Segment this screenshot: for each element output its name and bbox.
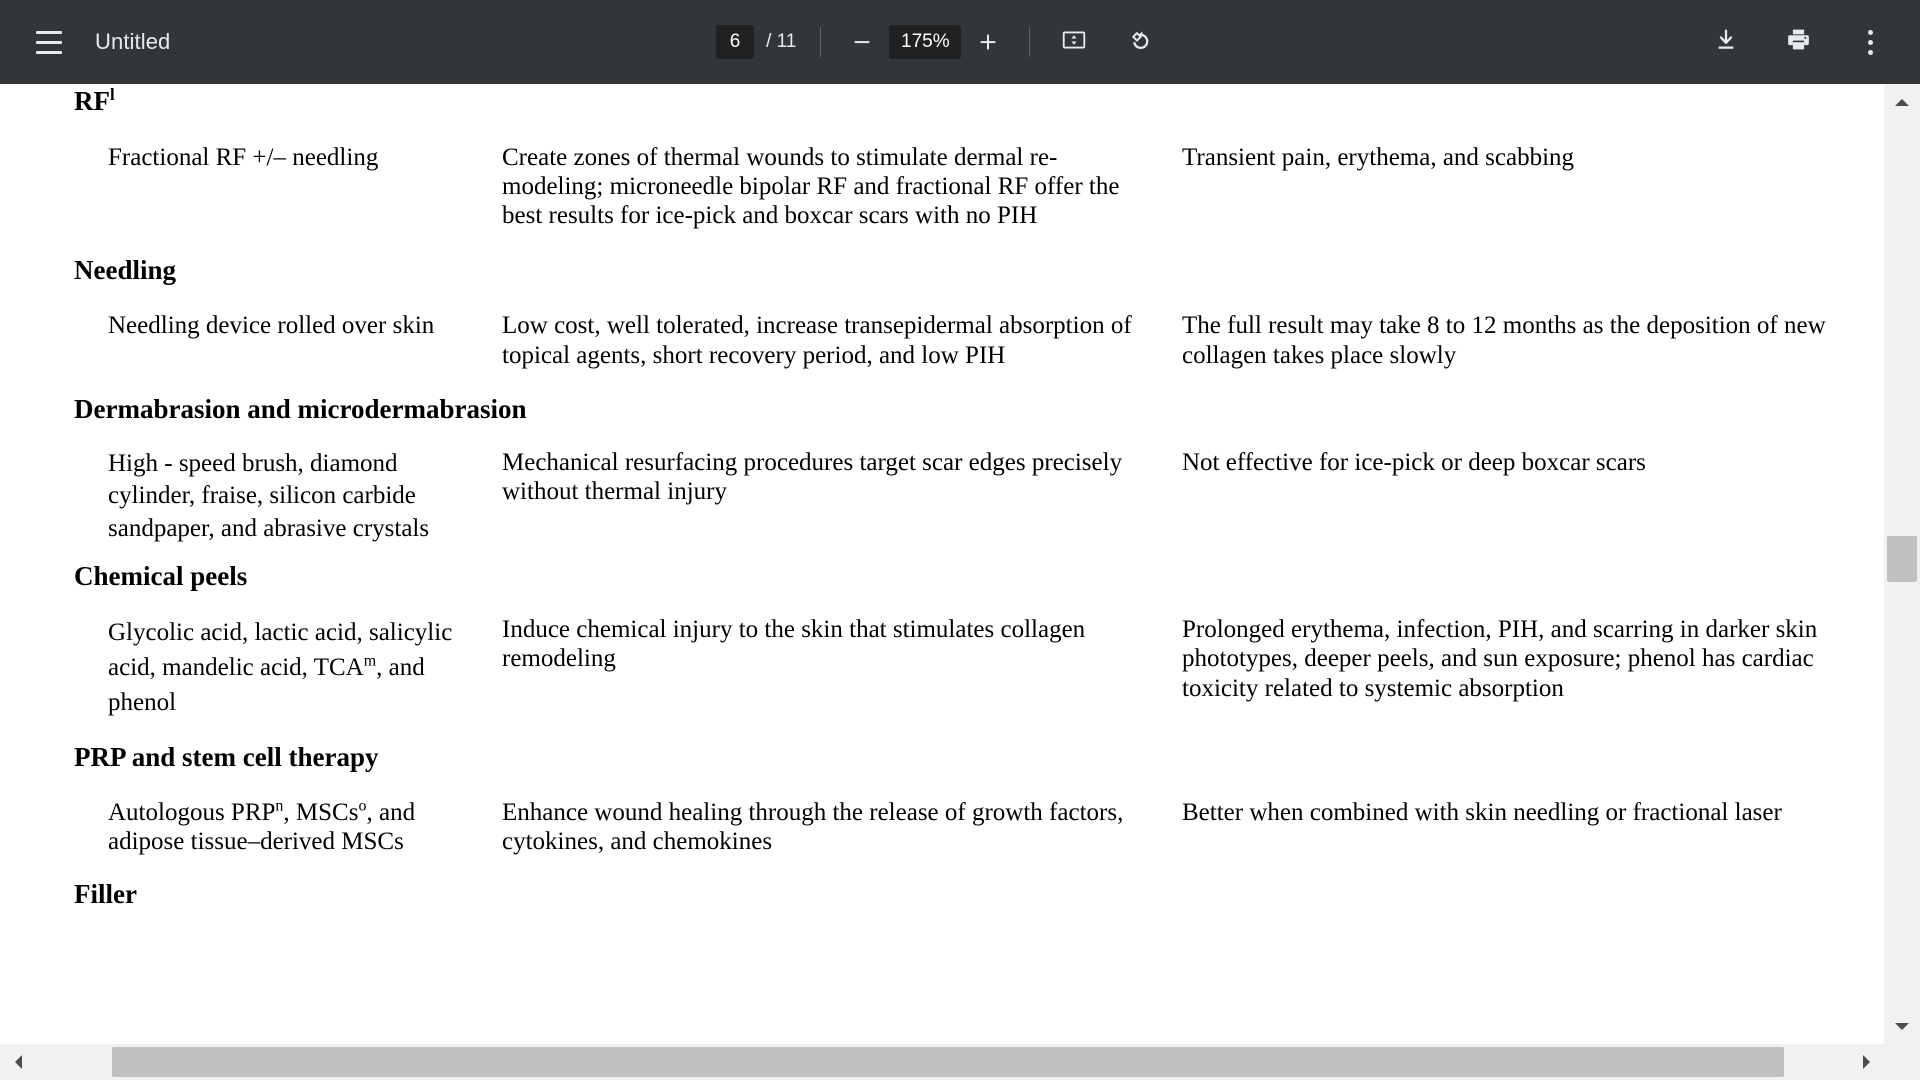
treatment-cell: Fractional RF +/– needling [108,143,379,171]
mechanism-cell: Induce chemical injury to the skin that … [502,616,1086,673]
adverse-cell: Better when combined with skin needling … [1182,799,1782,827]
treatment-cell: Glycolic acid, lactic acid, salicylic ac… [108,619,453,717]
minus-icon [851,31,873,53]
treatment-cell: Autologous PRPn, MSCso, and adipose tiss… [108,797,416,856]
kebab-dot [1867,49,1873,55]
horizontal-scrollbar-thumb[interactable] [112,1047,1784,1077]
table-row: Needling device rolled over skin Low cos… [0,311,1884,370]
hamburger-menu-icon[interactable] [28,21,70,63]
treatment-cell: Needling device rolled over skin [108,312,435,340]
rotate-counterclockwise-icon [1126,26,1154,59]
section-heading: PRP and stem cell therapy [74,742,379,773]
toolbar-divider [820,27,822,57]
more-options-icon [1867,29,1873,55]
adverse-cell: Not effective for ice-pick or deep boxca… [1182,448,1646,476]
kebab-dot [1867,39,1873,45]
table-row: Fractional RF +/– needling Create zones … [0,143,1884,231]
heading-superscript: l [110,85,115,104]
vertical-scrollbar[interactable] [1884,84,1920,1044]
section-prp-stem-cell: PRP and stem cell therapy Autologous PRP… [0,742,1884,856]
section-heading: RFl [74,85,115,116]
plus-icon [977,31,999,53]
scroll-up-arrow-icon[interactable] [1884,84,1920,120]
adverse-cell: Prolonged erythema, infection, PIH, and … [1182,616,1818,702]
scroll-right-arrow-icon[interactable] [1848,1044,1884,1080]
zoom-out-button[interactable] [845,25,879,59]
treatment-superscript: m [363,652,377,670]
toolbar-left-group: Untitled [0,21,170,63]
fit-to-page-icon [1061,27,1087,58]
section-dermabrasion: Dermabrasion and microdermabrasion High … [0,394,1884,545]
section-heading: Filler [74,878,137,909]
section-heading: Needling [74,254,177,285]
page-content: RFl Fractional RF +/– needling Create zo… [0,84,1884,910]
download-button[interactable] [1706,22,1746,62]
treatment-cell: High ‐ speed brush, diamond cylinder, fr… [108,449,430,542]
table-row: High ‐ speed brush, diamond cylinder, fr… [0,448,1884,546]
pdf-page: RFl Fractional RF +/– needling Create zo… [0,84,1884,1080]
vertical-scrollbar-thumb[interactable] [1887,536,1917,582]
page-number-input[interactable]: 6 [716,25,755,59]
kebab-dot [1867,29,1873,35]
toolbar-center-group: 6 / 11 175% [170,22,1706,62]
section-heading: Chemical peels [74,561,248,592]
adverse-cell: The full result may take 8 to 12 months … [1182,312,1826,369]
zoom-level-input[interactable]: 175% [889,25,962,59]
mechanism-cell: Low cost, well tolerated, increase trans… [502,312,1132,369]
page-count-label: / 11 [766,31,797,52]
section-needling: Needling Needling device rolled over ski… [0,255,1884,370]
section-chemical-peels: Chemical peels Glycolic acid, lactic aci… [0,561,1884,720]
section-heading: Dermabrasion and microdermabrasion [74,393,527,424]
scrollbar-corner [1884,1044,1920,1080]
scroll-down-arrow-icon[interactable] [1884,1008,1920,1044]
table-row: Autologous PRPn, MSCso, and adipose tiss… [0,798,1884,857]
zoom-in-button[interactable] [971,25,1005,59]
pdf-viewer-area[interactable]: RFl Fractional RF +/– needling Create zo… [0,84,1920,1080]
horizontal-scrollbar[interactable] [0,1044,1884,1080]
mechanism-cell: Mechanical resurfacing procedures target… [502,448,1123,506]
toolbar-divider [1029,27,1031,57]
print-icon [1785,26,1812,58]
mechanism-cell: Enhance wound healing through the releas… [502,799,1124,856]
adverse-cell: Transient pain, erythema, and scabbing [1182,143,1575,171]
toolbar-right-group [1706,22,1920,62]
hamburger-line [36,30,62,34]
download-icon [1713,27,1739,58]
fit-to-page-button[interactable] [1054,22,1094,62]
print-button[interactable] [1778,22,1818,62]
pdf-toolbar: Untitled 6 / 11 175% [0,0,1920,84]
scroll-left-arrow-icon[interactable] [0,1044,36,1080]
section-filler: Filler [0,879,1884,911]
hamburger-line [36,40,62,44]
document-title: Untitled [95,29,171,54]
section-rf: RFl Fractional RF +/– needling Create zo… [0,84,1884,231]
table-row: Glycolic acid, lactic acid, salicylic ac… [0,615,1884,720]
mechanism-cell: Create zones of thermal wounds to stimul… [502,143,1120,230]
rotate-button[interactable] [1120,22,1160,62]
hamburger-line [36,50,62,54]
more-options-button[interactable] [1850,22,1890,62]
